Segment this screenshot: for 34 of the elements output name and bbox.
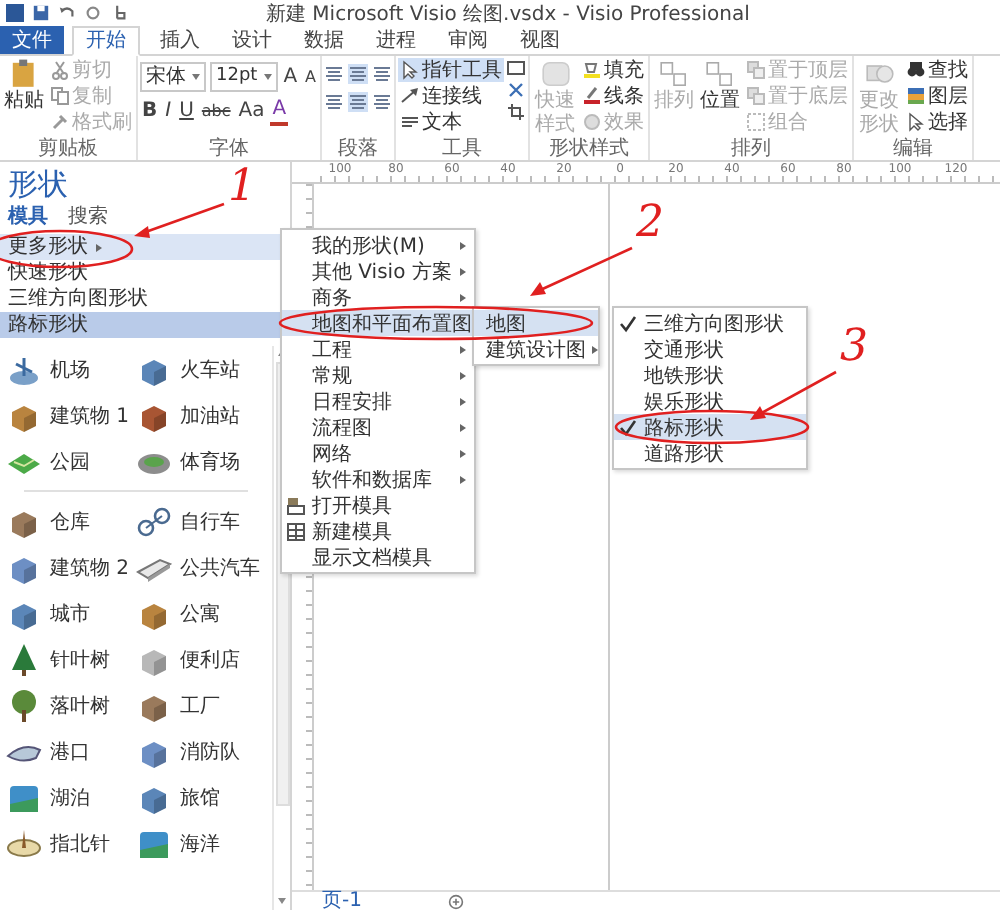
shape-label: 工厂 (180, 693, 220, 719)
shape-label: 便利店 (180, 647, 240, 673)
group-label: 工具 (440, 138, 485, 160)
group-label: 排列 (729, 138, 774, 160)
shape-label: 落叶树 (50, 693, 110, 719)
shape-label: 城市 (50, 601, 90, 627)
shape-label: 加油站 (180, 403, 240, 429)
shape-label: 建筑物 1 (50, 403, 130, 429)
group-label: 编辑 (891, 138, 936, 160)
annotation-number: 2 (636, 200, 664, 248)
shape-label: 建筑物 2 (50, 555, 130, 581)
shape-label: 体育场 (180, 449, 240, 475)
shape-label: 公园 (50, 449, 90, 475)
group-label: 段落 (336, 138, 381, 160)
shape-label: 公共汽车 (180, 555, 260, 581)
shape-label: 火车站 (180, 357, 240, 383)
shape-label: 机场 (50, 357, 90, 383)
group-label: 形状样式 (547, 138, 632, 160)
shape-label: 旅馆 (180, 785, 220, 811)
annotation-number: 1 (228, 164, 256, 212)
shape-label: 指北针 (50, 831, 110, 857)
shape-label: 自行车 (180, 509, 240, 535)
shape-label: 针叶树 (50, 647, 110, 673)
annotation-number: 3 (840, 324, 868, 372)
shape-label: 海洋 (180, 831, 220, 857)
shape-label: 消防队 (180, 739, 240, 765)
panel-title: 形状 (6, 164, 70, 202)
group-label: 字体 (207, 138, 252, 160)
group-label: 剪贴板 (36, 138, 100, 160)
shape-label: 公寓 (180, 601, 220, 627)
shape-label: 湖泊 (50, 785, 90, 811)
shape-label: 港口 (50, 739, 90, 765)
window-title: 新建 Microsoft Visio 绘图.vsdx - Visio Professional (264, 1, 750, 27)
shape-label: 仓库 (50, 509, 90, 535)
